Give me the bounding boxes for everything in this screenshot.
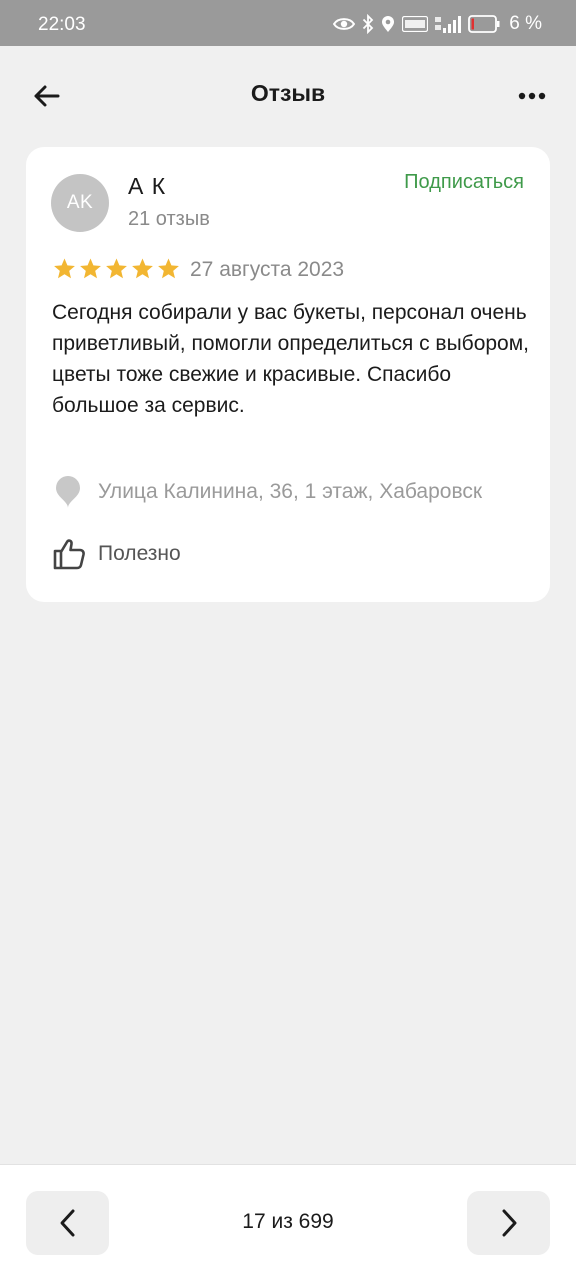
author-review-count: 21 отзыв <box>128 208 210 230</box>
helpful-button[interactable]: Полезно <box>52 537 181 571</box>
helpful-label: Полезно <box>98 542 181 565</box>
review-card: AK А К 21 отзыв Подписаться 27 августа 2… <box>26 147 550 602</box>
location-pin-icon <box>56 476 80 508</box>
bluetooth-icon <box>363 14 374 34</box>
more-button[interactable] <box>510 76 554 116</box>
review-text: Сегодня собирали у вас букеты, персонал … <box>52 301 530 417</box>
eye-icon <box>333 18 356 30</box>
star-icon <box>80 258 101 279</box>
star-icon <box>158 258 179 279</box>
review-date: 27 августа 2023 <box>190 258 345 281</box>
page-title: Отзыв <box>250 80 326 106</box>
thumbs-up-icon <box>53 539 85 570</box>
subscribe-button[interactable]: Подписаться <box>404 171 524 194</box>
next-review-button[interactable] <box>467 1191 550 1255</box>
signal-icon <box>435 16 462 33</box>
star-rating <box>52 257 181 281</box>
chevron-right-icon <box>502 1209 516 1237</box>
more-dots-icon <box>518 92 546 100</box>
status-bar: 22:03 6 % <box>0 0 576 46</box>
pager-bar: 17 из 699 <box>0 1164 576 1281</box>
star-icon <box>106 258 127 279</box>
location-icon <box>382 16 395 32</box>
star-icon <box>132 258 153 279</box>
battery-icon <box>468 15 500 33</box>
star-icon <box>54 258 75 279</box>
author-name[interactable]: А К <box>128 173 166 200</box>
location-row[interactable]: Улица Калинина, 36, 1 этаж, Хабаровск <box>54 475 524 509</box>
avatar[interactable]: AK <box>51 174 109 232</box>
location-address: Улица Калинина, 36, 1 этаж, Хабаровск <box>98 480 483 503</box>
battery-percent: 6 % <box>509 13 542 34</box>
volte-icon <box>402 16 429 32</box>
app-header: Отзыв <box>0 46 576 146</box>
status-time: 22:03 <box>38 14 86 35</box>
status-icons: 6 % <box>333 13 542 35</box>
